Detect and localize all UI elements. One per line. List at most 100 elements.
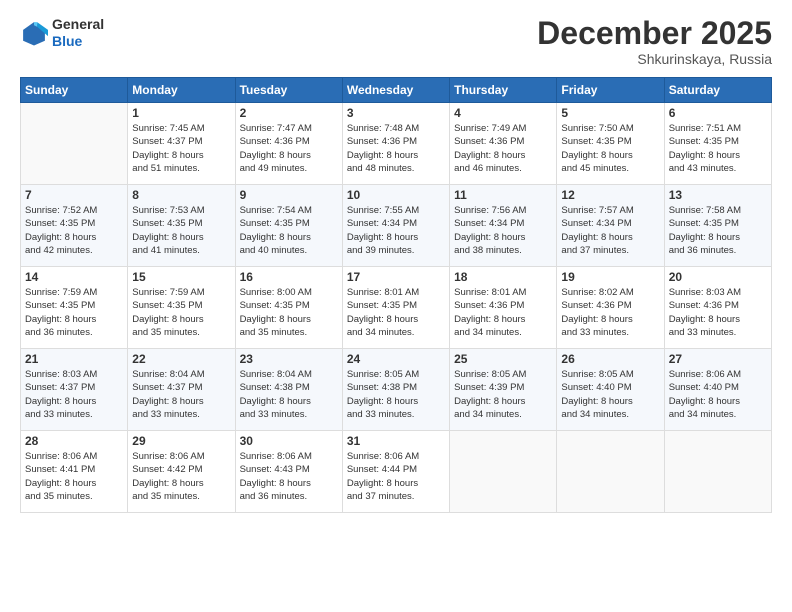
- day-number: 18: [454, 270, 552, 284]
- calendar-cell: 21 Sunrise: 8:03 AMSunset: 4:37 PMDayligh…: [21, 349, 128, 431]
- calendar-table: SundayMondayTuesdayWednesdayThursdayFrid…: [20, 77, 772, 513]
- calendar-cell: 23 Sunrise: 8:04 AMSunset: 4:38 PMDayligh…: [235, 349, 342, 431]
- calendar-cell: [557, 431, 664, 513]
- week-row-1: 7 Sunrise: 7:52 AMSunset: 4:35 PMDaylight…: [21, 185, 772, 267]
- day-number: 8: [132, 188, 230, 202]
- week-row-3: 21 Sunrise: 8:03 AMSunset: 4:37 PMDayligh…: [21, 349, 772, 431]
- day-number: 27: [669, 352, 767, 366]
- logo-icon: [20, 19, 48, 47]
- logo-text: General Blue: [52, 16, 104, 50]
- day-number: 2: [240, 106, 338, 120]
- calendar-cell: 29 Sunrise: 8:06 AMSunset: 4:42 PMDayligh…: [128, 431, 235, 513]
- day-info: Sunrise: 8:04 AMSunset: 4:37 PMDaylight:…: [132, 368, 230, 421]
- day-number: 17: [347, 270, 445, 284]
- calendar-cell: 6 Sunrise: 7:51 AMSunset: 4:35 PMDaylight…: [664, 103, 771, 185]
- logo: General Blue: [20, 16, 104, 50]
- calendar-cell: 2Sunrise: 7:47 AMSunset: 4:36 PMDaylight…: [235, 103, 342, 185]
- day-info: Sunrise: 7:50 AMSunset: 4:35 PMDaylight:…: [561, 122, 659, 175]
- day-number: 12: [561, 188, 659, 202]
- day-info: Sunrise: 8:06 AMSunset: 4:43 PMDaylight:…: [240, 450, 338, 503]
- calendar-cell: 18 Sunrise: 8:01 AMSunset: 4:36 PMDayligh…: [450, 267, 557, 349]
- day-info: Sunrise: 8:05 AMSunset: 4:38 PMDaylight:…: [347, 368, 445, 421]
- week-row-0: 1 Sunrise: 7:45 AMSunset: 4:37 PMDaylight…: [21, 103, 772, 185]
- day-number: 1: [132, 106, 230, 120]
- calendar-cell: 24 Sunrise: 8:05 AMSunset: 4:38 PMDayligh…: [342, 349, 449, 431]
- day-number: 21: [25, 352, 123, 366]
- calendar-cell: 26 Sunrise: 8:05 AMSunset: 4:40 PMDayligh…: [557, 349, 664, 431]
- day-info: Sunrise: 8:00 AMSunset: 4:35 PMDaylight:…: [240, 286, 338, 339]
- day-info: Sunrise: 8:01 AMSunset: 4:36 PMDaylight:…: [454, 286, 552, 339]
- day-info: Sunrise: 8:06 AMSunset: 4:40 PMDaylight:…: [669, 368, 767, 421]
- day-info: Sunrise: 7:56 AMSunset: 4:34 PMDaylight:…: [454, 204, 552, 257]
- day-number: 13: [669, 188, 767, 202]
- day-number: 24: [347, 352, 445, 366]
- calendar-cell: 8 Sunrise: 7:53 AMSunset: 4:35 PMDaylight…: [128, 185, 235, 267]
- day-info: Sunrise: 8:03 AMSunset: 4:36 PMDaylight:…: [669, 286, 767, 339]
- calendar-cell: 4 Sunrise: 7:49 AMSunset: 4:36 PMDaylight…: [450, 103, 557, 185]
- calendar-cell: 13 Sunrise: 7:58 AMSunset: 4:35 PMDayligh…: [664, 185, 771, 267]
- calendar-cell: 5 Sunrise: 7:50 AMSunset: 4:35 PMDaylight…: [557, 103, 664, 185]
- day-info: Sunrise: 8:04 AMSunset: 4:38 PMDaylight:…: [240, 368, 338, 421]
- weekday-header-saturday: Saturday: [664, 78, 771, 103]
- day-info: Sunrise: 7:52 AMSunset: 4:35 PMDaylight:…: [25, 204, 123, 257]
- weekday-header-wednesday: Wednesday: [342, 78, 449, 103]
- day-info: Sunrise: 8:03 AMSunset: 4:37 PMDaylight:…: [25, 368, 123, 421]
- day-number: 5: [561, 106, 659, 120]
- calendar-cell: 7 Sunrise: 7:52 AMSunset: 4:35 PMDaylight…: [21, 185, 128, 267]
- weekday-header-row: SundayMondayTuesdayWednesdayThursdayFrid…: [21, 78, 772, 103]
- day-info: Sunrise: 7:45 AMSunset: 4:37 PMDaylight:…: [132, 122, 230, 175]
- calendar-cell: 16 Sunrise: 8:00 AMSunset: 4:35 PMDayligh…: [235, 267, 342, 349]
- day-number: 7: [25, 188, 123, 202]
- day-info: Sunrise: 7:54 AMSunset: 4:35 PMDaylight:…: [240, 204, 338, 257]
- calendar-cell: 1 Sunrise: 7:45 AMSunset: 4:37 PMDaylight…: [128, 103, 235, 185]
- calendar-cell: 10 Sunrise: 7:55 AMSunset: 4:34 PMDayligh…: [342, 185, 449, 267]
- calendar-cell: 25 Sunrise: 8:05 AMSunset: 4:39 PMDayligh…: [450, 349, 557, 431]
- day-number: 28: [25, 434, 123, 448]
- day-number: 4: [454, 106, 552, 120]
- day-number: 23: [240, 352, 338, 366]
- calendar-cell: 14Sunrise: 7:59 AMSunset: 4:35 PMDayligh…: [21, 267, 128, 349]
- day-info: Sunrise: 7:55 AMSunset: 4:34 PMDaylight:…: [347, 204, 445, 257]
- weekday-header-tuesday: Tuesday: [235, 78, 342, 103]
- week-row-4: 28 Sunrise: 8:06 AMSunset: 4:41 PMDayligh…: [21, 431, 772, 513]
- calendar-cell: 3Sunrise: 7:48 AMSunset: 4:36 PMDaylight…: [342, 103, 449, 185]
- day-info: Sunrise: 7:58 AMSunset: 4:35 PMDaylight:…: [669, 204, 767, 257]
- day-number: 25: [454, 352, 552, 366]
- weekday-header-sunday: Sunday: [21, 78, 128, 103]
- page: General Blue December 2025 Shkurinskaya,…: [0, 0, 792, 612]
- day-info: Sunrise: 8:06 AMSunset: 4:41 PMDaylight:…: [25, 450, 123, 503]
- calendar-cell: 19 Sunrise: 8:02 AMSunset: 4:36 PMDayligh…: [557, 267, 664, 349]
- day-info: Sunrise: 8:05 AMSunset: 4:40 PMDaylight:…: [561, 368, 659, 421]
- weekday-header-monday: Monday: [128, 78, 235, 103]
- day-number: 19: [561, 270, 659, 284]
- day-number: 10: [347, 188, 445, 202]
- day-number: 9: [240, 188, 338, 202]
- day-info: Sunrise: 7:49 AMSunset: 4:36 PMDaylight:…: [454, 122, 552, 175]
- day-number: 26: [561, 352, 659, 366]
- weekday-header-thursday: Thursday: [450, 78, 557, 103]
- day-info: Sunrise: 7:53 AMSunset: 4:35 PMDaylight:…: [132, 204, 230, 257]
- day-info: Sunrise: 7:59 AMSunset: 4:35 PMDaylight:…: [25, 286, 123, 339]
- calendar-cell: 11Sunrise: 7:56 AMSunset: 4:34 PMDayligh…: [450, 185, 557, 267]
- location: Shkurinskaya, Russia: [537, 51, 772, 67]
- calendar-cell: 30 Sunrise: 8:06 AMSunset: 4:43 PMDayligh…: [235, 431, 342, 513]
- day-number: 29: [132, 434, 230, 448]
- day-info: Sunrise: 8:05 AMSunset: 4:39 PMDaylight:…: [454, 368, 552, 421]
- day-number: 3: [347, 106, 445, 120]
- day-number: 6: [669, 106, 767, 120]
- header: General Blue December 2025 Shkurinskaya,…: [20, 16, 772, 67]
- day-info: Sunrise: 8:02 AMSunset: 4:36 PMDaylight:…: [561, 286, 659, 339]
- calendar-cell: 22 Sunrise: 8:04 AMSunset: 4:37 PMDayligh…: [128, 349, 235, 431]
- calendar-cell: 17Sunrise: 8:01 AMSunset: 4:35 PMDayligh…: [342, 267, 449, 349]
- day-info: Sunrise: 8:06 AMSunset: 4:44 PMDaylight:…: [347, 450, 445, 503]
- day-number: 30: [240, 434, 338, 448]
- day-number: 16: [240, 270, 338, 284]
- calendar-cell: 9 Sunrise: 7:54 AMSunset: 4:35 PMDaylight…: [235, 185, 342, 267]
- calendar-cell: 15Sunrise: 7:59 AMSunset: 4:35 PMDayligh…: [128, 267, 235, 349]
- day-info: Sunrise: 7:51 AMSunset: 4:35 PMDaylight:…: [669, 122, 767, 175]
- day-number: 22: [132, 352, 230, 366]
- day-info: Sunrise: 8:06 AMSunset: 4:42 PMDaylight:…: [132, 450, 230, 503]
- day-number: 20: [669, 270, 767, 284]
- calendar-cell: 28 Sunrise: 8:06 AMSunset: 4:41 PMDayligh…: [21, 431, 128, 513]
- week-row-2: 14Sunrise: 7:59 AMSunset: 4:35 PMDayligh…: [21, 267, 772, 349]
